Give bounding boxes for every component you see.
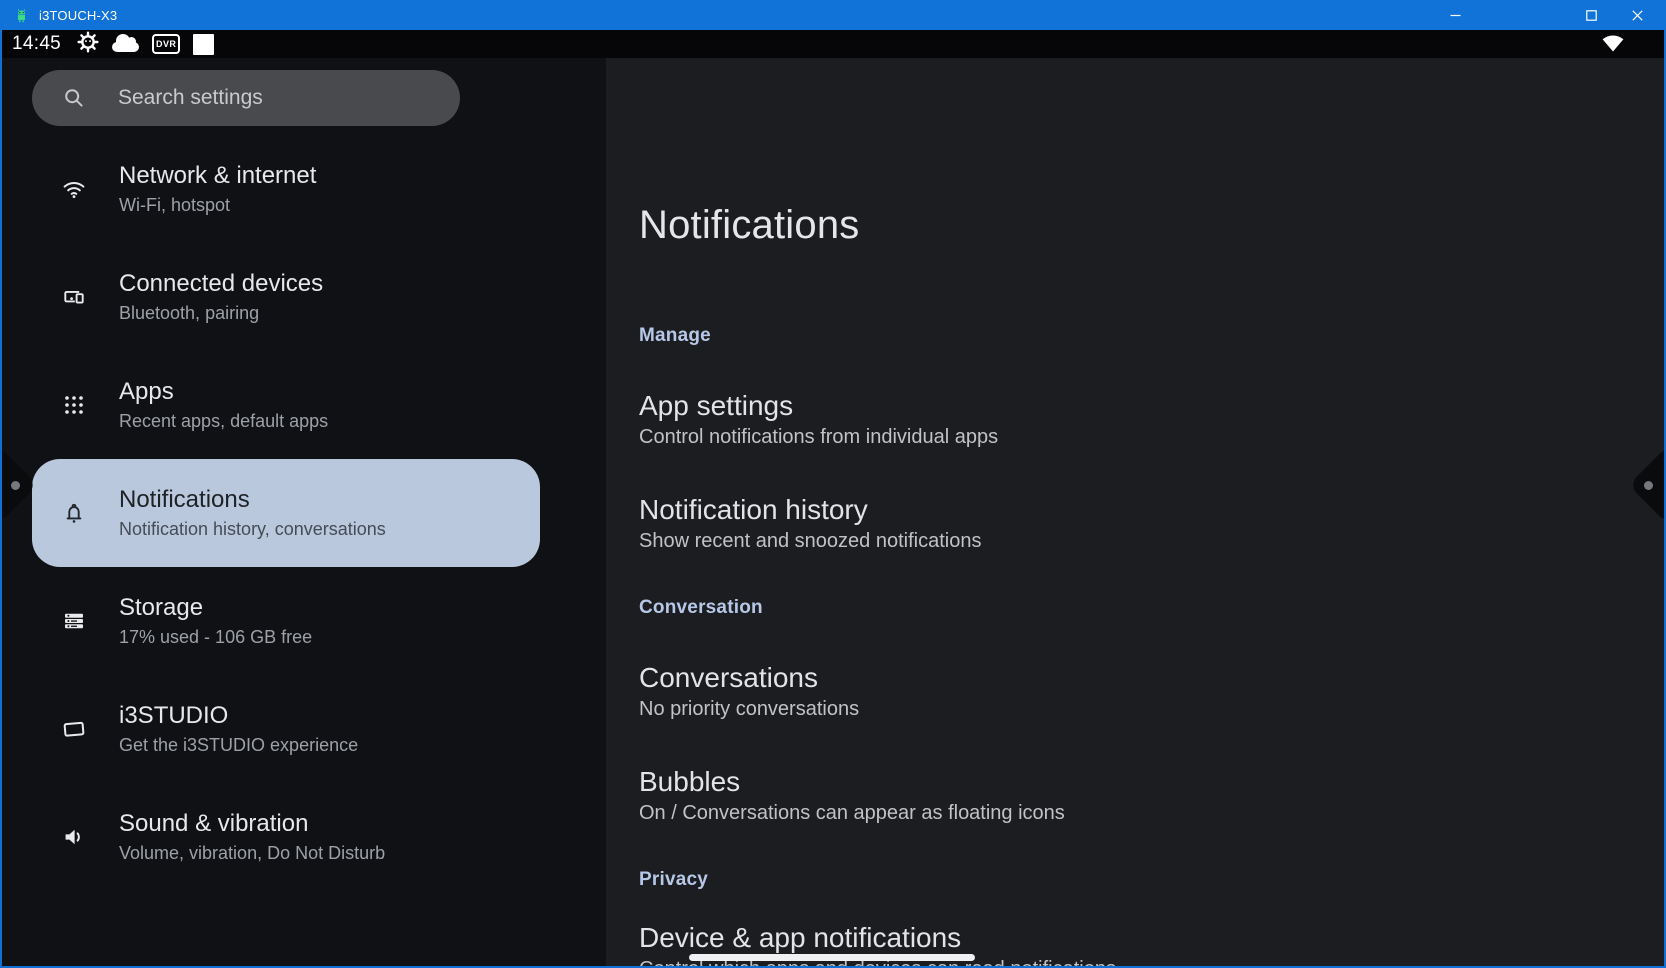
title-bar: i3TOUCH-X3: [0, 0, 1666, 30]
sidebar-item-label: Sound & vibration: [119, 809, 385, 839]
search-input[interactable]: [118, 86, 436, 110]
wifi-full-icon: [1600, 40, 1626, 57]
row-subtitle: Show recent and snoozed notifications: [639, 528, 1666, 554]
search-settings-field[interactable]: [32, 70, 460, 126]
sidebar-item-sublabel: Bluetooth, pairing: [119, 301, 323, 325]
minimize-button[interactable]: [1432, 0, 1478, 30]
status-bar: 14:45 DVR: [0, 30, 1666, 58]
section-header-conversation: Conversation: [639, 596, 1666, 620]
right-handle-dot-icon: [1644, 481, 1653, 490]
app-window: i3TOUCH-X3 14:45: [0, 0, 1666, 968]
row-title: Notification history: [639, 492, 1666, 528]
window-border-left: [0, 30, 2, 968]
sidebar-item-label: Apps: [119, 377, 328, 407]
sidebar-item-notifications[interactable]: Notifications Notification history, conv…: [32, 459, 540, 567]
sidebar-item-sublabel: Recent apps, default apps: [119, 409, 328, 433]
row-title: App settings: [639, 388, 1666, 424]
row-title: Conversations: [639, 660, 1666, 696]
notifications-panel: Notifications Manage App settings Contro…: [606, 58, 1666, 966]
board-icon: [62, 717, 86, 741]
storage-icon: [62, 609, 86, 633]
gear-icon: [77, 31, 99, 58]
sidebar-nav: Network & internet Wi-Fi, hotspot Connec…: [0, 135, 606, 891]
speaker-icon: [62, 825, 86, 849]
notification-history-row[interactable]: Notification history Show recent and sno…: [639, 492, 1666, 554]
sidebar-item-label: Storage: [119, 593, 312, 623]
sidebar-item-sublabel: Wi-Fi, hotspot: [119, 193, 316, 217]
dvr-badge: DVR: [152, 34, 180, 54]
sidebar-item-i3studio[interactable]: i3STUDIO Get the i3STUDIO experience: [32, 675, 540, 783]
clock: 14:45: [12, 33, 61, 55]
sidebar-item-sublabel: 17% used - 106 GB free: [119, 625, 312, 649]
section-header-privacy: Privacy: [639, 868, 1666, 892]
white-square-icon: [193, 34, 214, 55]
sidebar-item-label: Notifications: [119, 485, 386, 515]
sidebar-item-connected-devices[interactable]: Connected devices Bluetooth, pairing: [32, 243, 540, 351]
search-icon: [62, 86, 86, 110]
bubbles-row[interactable]: Bubbles On / Conversations can appear as…: [639, 764, 1666, 826]
settings-sidebar: Network & internet Wi-Fi, hotspot Connec…: [0, 58, 606, 966]
left-handle-dot-icon: [11, 481, 20, 490]
page-title: Notifications: [639, 200, 1666, 250]
conversations-row[interactable]: Conversations No priority conversations: [639, 660, 1666, 722]
highlight-underline-bar: [689, 954, 975, 961]
row-title: Device & app notifications: [639, 920, 1666, 956]
devices-icon: [62, 285, 86, 309]
row-subtitle: Control notifications from individual ap…: [639, 424, 1666, 450]
bell-icon: [62, 501, 86, 525]
apps-grid-icon: [62, 393, 86, 417]
close-button[interactable]: [1614, 0, 1660, 30]
sidebar-item-sublabel: Get the i3STUDIO experience: [119, 733, 358, 757]
sidebar-item-storage[interactable]: Storage 17% used - 106 GB free: [32, 567, 540, 675]
row-title: Bubbles: [639, 764, 1666, 800]
sidebar-item-label: Network & internet: [119, 161, 316, 191]
row-subtitle: No priority conversations: [639, 696, 1666, 722]
sidebar-item-sound-vibration[interactable]: Sound & vibration Volume, vibration, Do …: [32, 783, 540, 891]
sidebar-item-sublabel: Volume, vibration, Do Not Disturb: [119, 841, 385, 865]
android-robot-icon: [12, 6, 30, 24]
cloud-icon: [112, 42, 139, 52]
sidebar-item-network-internet[interactable]: Network & internet Wi-Fi, hotspot: [32, 135, 540, 243]
sidebar-item-label: i3STUDIO: [119, 701, 358, 731]
section-header-manage: Manage: [639, 324, 1666, 348]
sidebar-item-apps[interactable]: Apps Recent apps, default apps: [32, 351, 540, 459]
settings-content: Network & internet Wi-Fi, hotspot Connec…: [0, 58, 1666, 966]
device-app-notifications-row[interactable]: Device & app notifications Control which…: [639, 920, 1666, 966]
maximize-button[interactable]: [1568, 0, 1614, 30]
row-subtitle: On / Conversations can appear as floatin…: [639, 800, 1666, 826]
app-settings-row[interactable]: App settings Control notifications from …: [639, 388, 1666, 450]
window-title: i3TOUCH-X3: [39, 8, 117, 23]
wifi-icon: [62, 177, 86, 201]
sidebar-item-label: Connected devices: [119, 269, 323, 299]
sidebar-item-sublabel: Notification history, conversations: [119, 517, 386, 541]
